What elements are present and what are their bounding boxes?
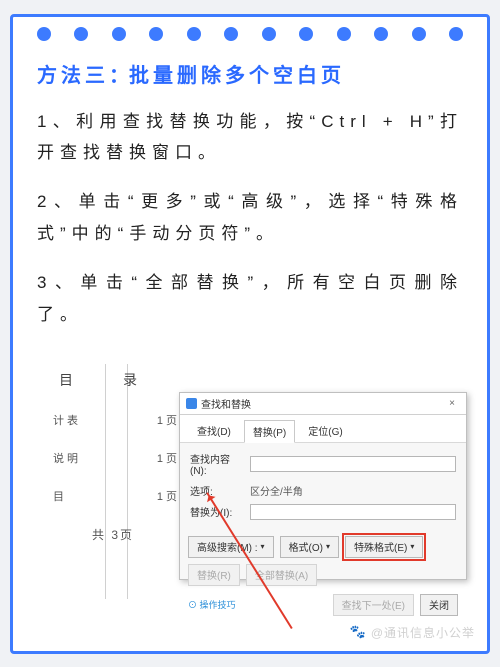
title-rest: 批量删除多个空白页 [129, 65, 345, 87]
tab-goto[interactable]: 定位(G) [299, 419, 351, 442]
toc-row-label: 计表 [53, 412, 81, 428]
watermark: 🐾 @通讯信息小公举 [350, 624, 475, 641]
close-button[interactable]: 关闭 [420, 594, 458, 616]
replace-button[interactable]: 替换(R) [188, 564, 240, 586]
article-content: 方法三：批量删除多个空白页 1、利用查找替换功能，按“Ctrl + H”打开查找… [13, 17, 487, 331]
find-label: 查找内容(N): [190, 451, 244, 477]
tab-replace[interactable]: 替换(P) [244, 420, 295, 443]
app-icon [186, 398, 197, 409]
toc-row: 计表 1 页 [43, 412, 183, 428]
toc-panel: 目 录 计表 1 页 说明 1 页 目 1 页 共 3页 [43, 364, 183, 543]
step-1: 1、利用查找替换功能，按“Ctrl + H”打开查找替换窗口。 [37, 106, 463, 169]
dialog-titlebar[interactable]: 查找和替换 × [180, 393, 466, 415]
dialog-footer: ⊙ 操作技巧 查找下一处(E) 关闭 [180, 592, 466, 624]
toc-row: 说明 1 页 [43, 450, 183, 466]
replace-input[interactable] [250, 504, 456, 520]
special-format-button[interactable]: 特殊格式(E) [345, 536, 423, 558]
toc-row-label: 目 [53, 488, 67, 504]
toc-heading: 目 录 [59, 370, 183, 390]
options-value: 区分全/半角 [250, 483, 303, 498]
close-icon[interactable]: × [444, 398, 460, 409]
find-next-button[interactable]: 查找下一处(E) [333, 594, 414, 616]
note-page: 方法三：批量删除多个空白页 1、利用查找替换功能，按“Ctrl + H”打开查找… [10, 14, 490, 654]
dialog-title: 查找和替换 [201, 396, 440, 411]
title-colon: ： [109, 65, 129, 87]
format-button[interactable]: 格式(O) [280, 536, 339, 558]
find-replace-dialog: 查找和替换 × 查找(D) 替换(P) 定位(G) 查找内容(N): 选项: 区… [179, 392, 467, 580]
spiral-holes [13, 27, 487, 41]
step-3: 3、单击“全部替换”，所有空白页删除了。 [37, 267, 463, 330]
format-button-row: 高级搜索(M) : 格式(O) 特殊格式(E) [180, 530, 466, 564]
toc-row-page: 1 页 [157, 450, 177, 466]
watermark-text: @通讯信息小公举 [371, 624, 475, 641]
more-button[interactable]: 高级搜索(M) : [188, 536, 274, 558]
find-input[interactable] [250, 456, 456, 472]
article-title: 方法三：批量删除多个空白页 [37, 59, 463, 88]
tips-link[interactable]: ⊙ 操作技巧 [188, 598, 236, 611]
step-2: 2、单击“更多”或“高级”，选择“特殊格式”中的“手动分页符”。 [37, 186, 463, 249]
options-label: 选项: [190, 483, 244, 498]
embedded-screenshot: 目 录 计表 1 页 说明 1 页 目 1 页 共 3页 查找和替换 × 查找 [43, 364, 463, 599]
toc-row: 目 1 页 [43, 488, 183, 504]
toc-total: 共 3页 [43, 526, 183, 543]
tab-find[interactable]: 查找(D) [188, 419, 240, 442]
toc-row-page: 1 页 [157, 488, 177, 504]
action-button-row: 替换(R) 全部替换(A) [180, 564, 466, 592]
paw-icon: 🐾 [350, 624, 367, 640]
toc-row-label: 说明 [53, 450, 81, 466]
dialog-tabs: 查找(D) 替换(P) 定位(G) [180, 415, 466, 443]
toc-row-page: 1 页 [157, 412, 177, 428]
title-prefix: 方法三 [37, 65, 109, 87]
